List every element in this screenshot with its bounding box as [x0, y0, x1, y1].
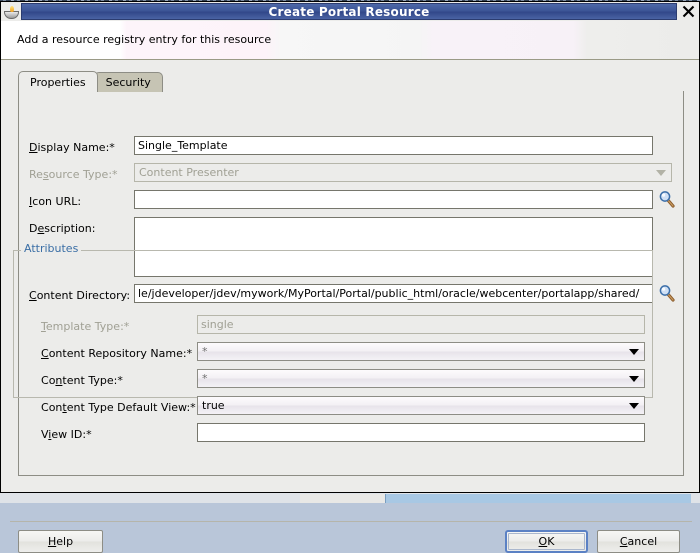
magnifier-icon[interactable]	[658, 190, 676, 208]
chevron-down-icon	[629, 349, 639, 355]
chevron-down-icon	[629, 376, 639, 382]
dialog-title-strip: Create Portal Resource	[21, 3, 677, 20]
banner-text: Add a resource registry entry for this r…	[17, 33, 271, 46]
ok-button[interactable]: OK	[505, 530, 588, 553]
content-type-value: *	[202, 372, 208, 385]
icon-url-label: Icon URL:	[29, 191, 81, 211]
tab-security[interactable]: Security	[94, 72, 163, 92]
content-type-combobox[interactable]: *	[197, 369, 645, 388]
help-button[interactable]: Help	[18, 530, 103, 553]
template-type-label: Template Type:*	[41, 316, 129, 336]
display-name-label: Display Name:*	[29, 137, 115, 157]
cancel-button[interactable]: Cancel	[597, 530, 680, 553]
view-id-input[interactable]	[197, 423, 645, 442]
view-id-label: View ID:*	[41, 424, 92, 444]
content-repository-name-value: *	[202, 345, 208, 358]
magnifier-icon[interactable]	[658, 284, 676, 302]
taskbar-window-item-active[interactable]	[385, 494, 691, 503]
display-name-input[interactable]	[134, 136, 653, 155]
resource-type-combobox: Content Presenter	[134, 163, 672, 182]
close-icon[interactable]	[678, 2, 699, 21]
lamp-icon	[1, 3, 21, 21]
attributes-group-legend: Attributes	[21, 242, 81, 255]
content-type-default-view-label: Content Type Default View:*	[41, 397, 196, 417]
content-type-default-view-value: true	[202, 399, 225, 412]
template-type-value: single	[197, 315, 645, 334]
description-label: Description:	[29, 218, 95, 238]
content-type-default-view-combobox[interactable]: true	[197, 396, 645, 415]
dialog-banner: Add a resource registry entry for this r…	[1, 21, 699, 60]
resource-type-value: Content Presenter	[139, 166, 239, 179]
chevron-down-icon	[656, 170, 666, 176]
dialog-titlebar: Create Portal Resource	[1, 2, 699, 21]
chevron-down-icon	[629, 403, 639, 409]
tab-security-label: Security	[106, 76, 151, 89]
content-type-label: Content Type:*	[41, 370, 123, 390]
content-repository-name-combobox[interactable]: *	[197, 342, 645, 361]
icon-url-input[interactable]	[134, 190, 653, 209]
tab-properties-label: Properties	[30, 76, 86, 89]
dialog-body: Properties Security Display Name:* Resou…	[1, 60, 699, 492]
button-bar-separator	[10, 521, 692, 522]
tab-properties[interactable]: Properties	[18, 71, 98, 92]
resource-type-label: Resource Type:*	[29, 164, 118, 184]
page-title: Create Portal Resource	[269, 5, 430, 19]
content-repository-name-label: Content Repository Name:*	[41, 343, 192, 363]
tab-bar: Properties Security	[18, 71, 163, 92]
taskbar	[0, 492, 700, 503]
create-portal-resource-dialog: Create Portal Resource Add a resource re…	[0, 1, 700, 493]
